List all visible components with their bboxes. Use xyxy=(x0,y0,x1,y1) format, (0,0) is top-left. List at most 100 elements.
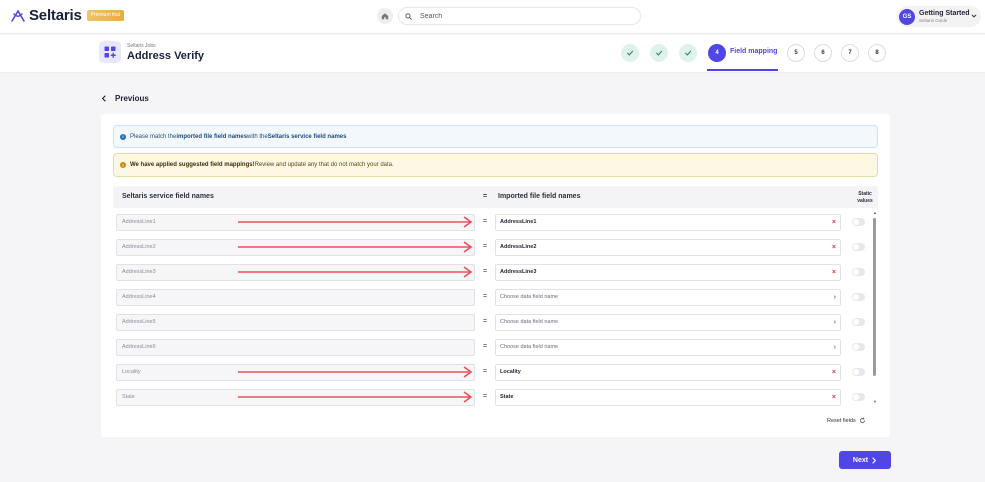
table-row: AddressLine2 = AddressLine2 × xyxy=(101,239,890,258)
step-3[interactable] xyxy=(679,44,697,62)
info-banner: i Please match the imported file field n… xyxy=(113,125,878,148)
mapping-arrow-icon xyxy=(238,366,473,378)
static-value-toggle[interactable] xyxy=(852,343,865,351)
static-value-toggle[interactable] xyxy=(852,318,865,326)
info-text-bold-1: imported file field names xyxy=(176,133,248,140)
imported-field-value: Locality xyxy=(500,369,521,375)
brand-name: Seltaris xyxy=(29,7,82,24)
previous-label: Previous xyxy=(115,94,149,103)
service-field: AddressLine6 xyxy=(116,339,475,356)
step-5[interactable]: 5 xyxy=(787,44,805,62)
imported-field-value: AddressLine2 xyxy=(500,244,537,250)
home-icon xyxy=(381,13,389,20)
table-row: State = State × xyxy=(101,389,890,408)
chevron-right-icon xyxy=(872,456,877,464)
search-icon xyxy=(405,12,412,20)
previous-button[interactable]: Previous xyxy=(101,94,149,103)
info-icon: i xyxy=(120,133,126,140)
imported-field-select[interactable]: AddressLine3 × xyxy=(495,264,841,281)
imported-field-select[interactable]: State × xyxy=(495,389,841,406)
remove-mapping-icon[interactable]: × xyxy=(832,365,836,380)
job-subtitle: Seltaris Jobs xyxy=(127,43,156,49)
col-static-header: Static values xyxy=(853,191,877,205)
col-static-header-line1: Static xyxy=(858,191,872,197)
static-value-toggle[interactable] xyxy=(852,393,865,401)
user-menu[interactable]: GS Getting Started Seltaris Guide xyxy=(897,6,981,27)
search-bar[interactable] xyxy=(398,7,641,25)
step-2[interactable] xyxy=(650,44,668,62)
mapping-arrow-icon xyxy=(238,391,473,403)
info-text-1: Please match the xyxy=(130,133,177,140)
static-value-toggle[interactable] xyxy=(852,218,865,226)
imported-field-select[interactable]: Choose data field name › xyxy=(495,339,841,356)
static-value-toggle[interactable] xyxy=(852,368,865,376)
chevron-right-icon[interactable]: › xyxy=(834,340,836,355)
premium-badge: Premium trial xyxy=(86,10,125,21)
job-app-icon xyxy=(99,41,121,63)
mapping-arrow-icon xyxy=(238,241,473,253)
table-header: Seltaris service field names = Imported … xyxy=(113,186,878,208)
chevron-right-icon[interactable]: › xyxy=(834,315,836,330)
brand-logo[interactable]: Seltaris Premium trial xyxy=(10,7,125,24)
imported-field-select[interactable]: Choose data field name › xyxy=(495,289,841,306)
warning-title: We have applied suggested field mappings… xyxy=(130,162,255,168)
remove-mapping-icon[interactable]: × xyxy=(832,215,836,230)
search-input[interactable] xyxy=(420,12,620,20)
col-equals-header: = xyxy=(483,193,488,200)
step-4[interactable]: 4 xyxy=(708,44,726,62)
equals-sign: = xyxy=(483,243,488,250)
check-icon xyxy=(627,50,634,56)
imported-field-placeholder: Choose data field name xyxy=(500,344,559,350)
scroll-down-icon[interactable]: ▼ xyxy=(873,399,877,404)
imported-field-value: AddressLine1 xyxy=(500,219,537,225)
col-service-header: Seltaris service field names xyxy=(122,193,214,200)
avatar: GS xyxy=(899,8,915,25)
table-row: AddressLine4 = Choose data field name › xyxy=(101,289,890,308)
chevron-down-icon xyxy=(971,14,977,18)
table-row: AddressLine5 = Choose data field name › xyxy=(101,314,890,333)
field-mapping-card: i Please match the imported file field n… xyxy=(101,114,890,437)
page-title: Address Verify xyxy=(127,50,205,62)
warning-icon: ! xyxy=(120,162,126,168)
next-button[interactable]: Next xyxy=(839,451,891,469)
remove-mapping-icon[interactable]: × xyxy=(832,240,836,255)
scroll-up-icon[interactable]: ▲ xyxy=(873,210,877,215)
equals-sign: = xyxy=(483,343,488,350)
imported-field-select[interactable]: AddressLine1 × xyxy=(495,214,841,231)
check-icon xyxy=(656,50,663,56)
static-value-toggle[interactable] xyxy=(852,293,865,301)
seltaris-logo-icon xyxy=(11,8,25,22)
imported-field-placeholder: Choose data field name xyxy=(500,319,559,325)
home-button[interactable] xyxy=(377,8,393,24)
table-row: Locality = Locality × xyxy=(101,364,890,383)
scrollbar-thumb[interactable] xyxy=(873,218,876,376)
warning-text: Review and update any that do not match … xyxy=(254,162,394,168)
imported-field-placeholder: Choose data field name xyxy=(500,294,559,300)
step-8[interactable]: 8 xyxy=(868,44,886,62)
equals-sign: = xyxy=(483,218,488,225)
remove-mapping-icon[interactable]: × xyxy=(832,390,836,405)
imported-field-select[interactable]: Choose data field name › xyxy=(495,314,841,331)
chevron-left-icon xyxy=(101,95,106,102)
next-label: Next xyxy=(852,456,869,464)
imported-field-select[interactable]: Locality × xyxy=(495,364,841,381)
chevron-right-icon[interactable]: › xyxy=(834,290,836,305)
check-icon xyxy=(685,50,692,56)
step-6[interactable]: 6 xyxy=(814,44,832,62)
mapping-arrow-icon xyxy=(238,216,473,228)
reset-icon xyxy=(859,417,865,423)
equals-sign: = xyxy=(483,293,488,300)
step-7[interactable]: 7 xyxy=(841,44,859,62)
imported-field-select[interactable]: AddressLine2 × xyxy=(495,239,841,256)
step-1[interactable] xyxy=(621,44,639,62)
current-step-indicator xyxy=(707,69,778,71)
static-value-toggle[interactable] xyxy=(852,268,865,276)
static-value-toggle[interactable] xyxy=(852,243,865,251)
warning-banner: ! We have applied suggested field mappin… xyxy=(113,153,878,177)
remove-mapping-icon[interactable]: × xyxy=(832,265,836,280)
reset-fields-button[interactable]: Reset fields xyxy=(827,417,866,424)
grid-plus-icon xyxy=(104,46,116,58)
equals-sign: = xyxy=(483,268,488,275)
reset-fields-label: Reset fields xyxy=(827,417,856,424)
top-nav: Seltaris Premium trial GS Getting Starte… xyxy=(0,0,985,34)
